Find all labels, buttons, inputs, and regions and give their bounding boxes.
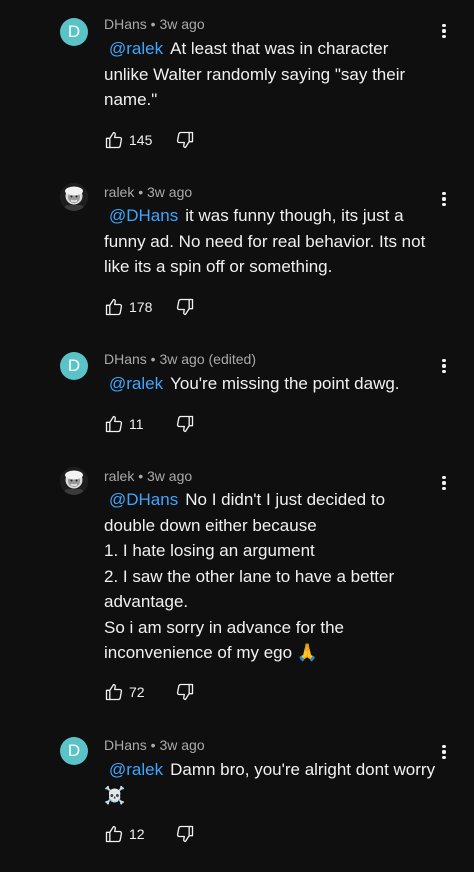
comment-meta[interactable]: DHans • 3w ago	[104, 737, 205, 753]
comment-meta[interactable]: DHans • 3w ago	[104, 16, 205, 32]
avatar[interactable]: D	[60, 737, 88, 765]
comment-meta[interactable]: ralek • 3w ago	[104, 468, 192, 484]
comment-thread: D DHans • 3w ago @ralek At least that was…	[0, 0, 474, 872]
comment-actions: 72	[104, 682, 195, 702]
avatar[interactable]: D	[60, 18, 88, 46]
avatar[interactable]: D	[60, 352, 88, 380]
avatar[interactable]	[60, 467, 88, 495]
thumbs-down-icon[interactable]	[175, 414, 195, 434]
like-count: 12	[129, 826, 145, 842]
comment-text: @ralek Damn bro, you're alright dont worr…	[104, 760, 436, 805]
like-count: 178	[129, 299, 153, 315]
mention-link[interactable]: @DHans	[109, 490, 178, 509]
avatar[interactable]	[60, 183, 88, 211]
thumbs-up-icon[interactable]	[104, 297, 124, 317]
comment-actions: 12	[104, 824, 195, 844]
comment-actions: 11	[104, 414, 195, 434]
thumbs-up-icon[interactable]	[104, 414, 124, 434]
like-count: 145	[129, 132, 153, 148]
like-count: 72	[129, 684, 145, 700]
thumbs-down-icon[interactable]	[175, 824, 195, 844]
thumbs-up-icon[interactable]	[104, 824, 124, 844]
mention-link[interactable]: @ralek	[109, 39, 163, 58]
mention-link[interactable]: @DHans	[109, 206, 178, 225]
mention-link[interactable]: @ralek	[109, 760, 163, 779]
comment-text: @DHans No I didn't I just decided to doub…	[104, 490, 395, 662]
thumbs-down-icon[interactable]	[175, 297, 195, 317]
thumbs-up-icon[interactable]	[104, 682, 124, 702]
comment-text: @DHans it was funny though, its just a fu…	[104, 206, 426, 276]
thumbs-down-icon[interactable]	[175, 130, 195, 150]
comment-actions: 145	[104, 130, 195, 150]
comment-text: @ralek You're missing the point dawg.	[109, 374, 400, 393]
comment-meta[interactable]: DHans • 3w ago (edited)	[104, 351, 256, 367]
comment-meta[interactable]: ralek • 3w ago	[104, 184, 192, 200]
like-count: 11	[129, 416, 144, 432]
comment-actions: 178	[104, 297, 195, 317]
comment-text: @ralek At least that was in character unl…	[104, 39, 406, 109]
mention-link[interactable]: @ralek	[109, 374, 163, 393]
thumbs-down-icon[interactable]	[175, 682, 195, 702]
thumbs-up-icon[interactable]	[104, 130, 124, 150]
